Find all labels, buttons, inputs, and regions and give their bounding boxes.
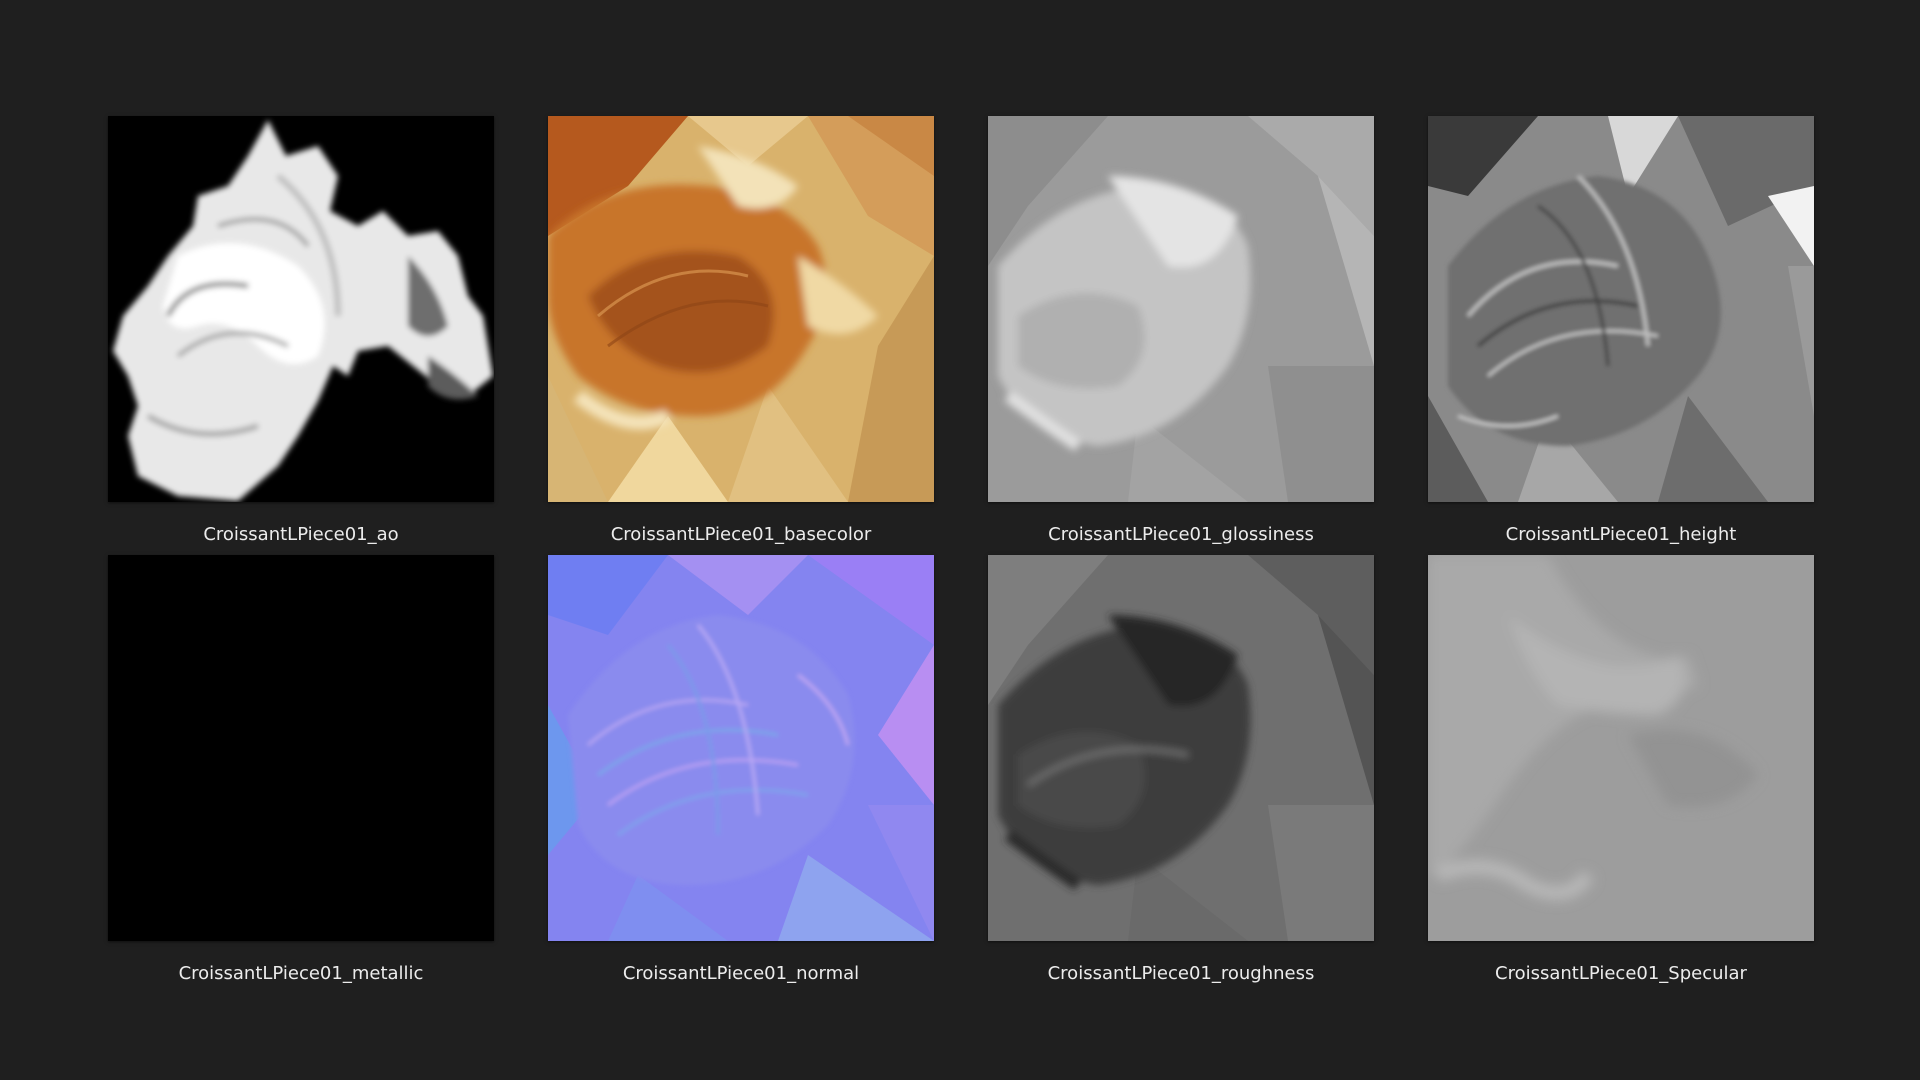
file-name-roughness: CroissantLPiece01_roughness (1047, 963, 1315, 984)
file-item-normal[interactable]: CroissantLPiece01_normal (548, 555, 934, 984)
file-item-basecolor[interactable]: CroissantLPiece01_basecolor (548, 116, 934, 545)
file-item-height[interactable]: CroissantLPiece01_height (1428, 116, 1814, 545)
roughness-texture-thumbnail (988, 555, 1374, 941)
height-texture-thumbnail (1428, 116, 1814, 502)
file-item-roughness[interactable]: CroissantLPiece01_roughness (988, 555, 1374, 984)
file-name-normal: CroissantLPiece01_normal (622, 963, 860, 984)
ao-texture-thumbnail (108, 116, 494, 502)
normal-texture-thumbnail (548, 555, 934, 941)
basecolor-texture-thumbnail (548, 116, 934, 502)
file-item-metallic[interactable]: CroissantLPiece01_metallic (108, 555, 494, 984)
glossiness-texture-thumbnail (988, 116, 1374, 502)
file-name-glossiness: CroissantLPiece01_glossiness (1048, 524, 1314, 545)
specular-texture-thumbnail (1428, 555, 1814, 941)
file-item-ao[interactable]: CroissantLPiece01_ao (108, 116, 494, 545)
file-name-specular: CroissantLPiece01_Specular (1495, 963, 1747, 984)
file-item-specular[interactable]: CroissantLPiece01_Specular (1428, 555, 1814, 984)
file-name-height: CroissantLPiece01_height (1505, 524, 1737, 545)
file-thumbnail-grid: CroissantLPiece01_ao CroissantLPiece01_b… (0, 0, 1920, 1080)
file-name-ao: CroissantLPiece01_ao (203, 524, 399, 545)
file-name-metallic: CroissantLPiece01_metallic (178, 963, 424, 984)
metallic-texture-thumbnail (108, 555, 494, 941)
file-item-glossiness[interactable]: CroissantLPiece01_glossiness (988, 116, 1374, 545)
file-name-basecolor: CroissantLPiece01_basecolor (610, 524, 872, 545)
